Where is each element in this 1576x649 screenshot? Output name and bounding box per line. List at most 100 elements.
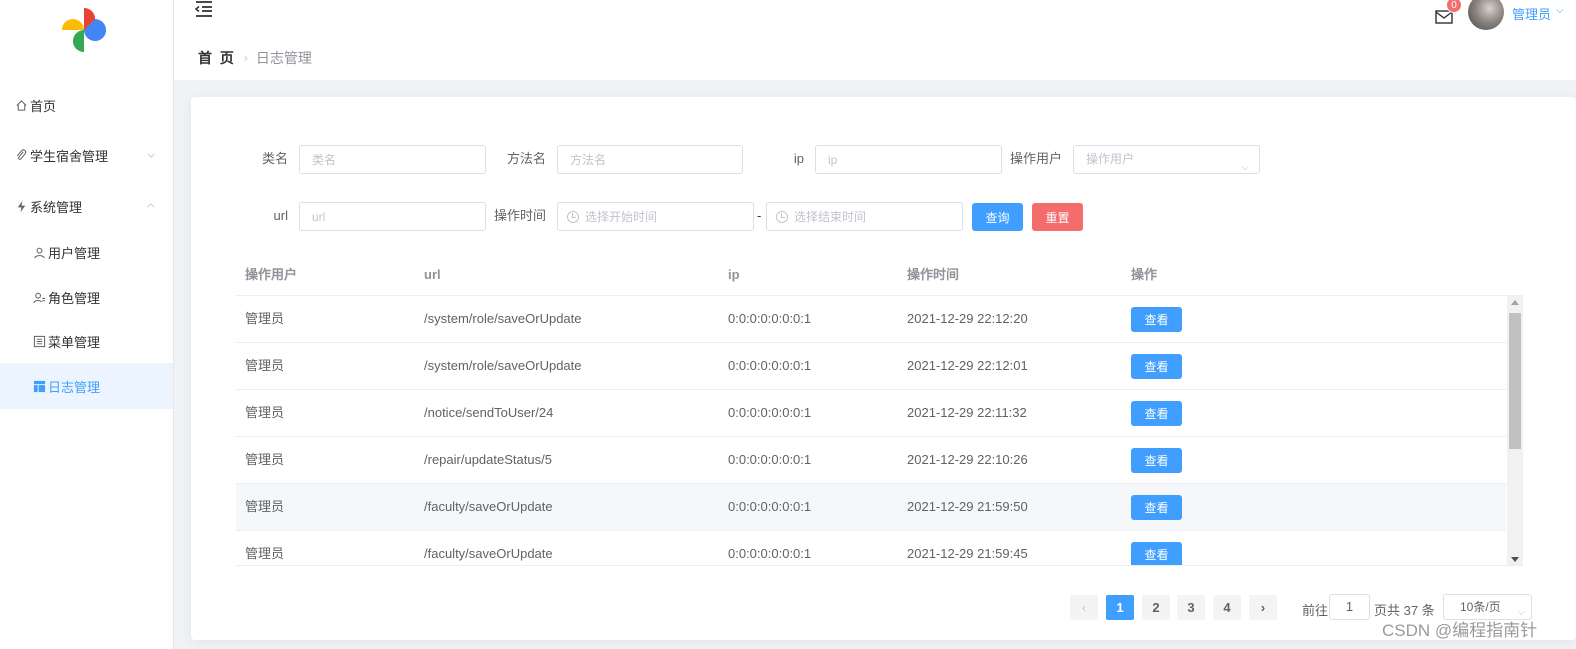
cell-user: 管理员 — [245, 311, 285, 326]
clock-icon — [567, 210, 579, 223]
view-button[interactable]: 查看 — [1131, 307, 1182, 332]
goto-page-input[interactable]: 1 — [1329, 594, 1370, 620]
class-input[interactable] — [299, 145, 486, 174]
url-input[interactable] — [299, 202, 486, 231]
sidebar-item-label: 日志管理 — [48, 379, 101, 395]
cell-user: 管理员 — [245, 405, 285, 420]
url-label: url — [273, 208, 288, 223]
page-button[interactable]: 2 — [1142, 595, 1170, 620]
sidebar: 首页 学生宿舍管理 ⌵ 系统管理 ⌵ 用户管理 角色管理 菜单管理 日志管理 — [0, 0, 174, 649]
user-select[interactable]: 操作用户 ⌵ — [1073, 145, 1260, 174]
clock-icon — [776, 210, 788, 223]
sidebar-item-label: 菜单管理 — [48, 334, 101, 350]
sidebar-item-users[interactable]: 用户管理 — [0, 229, 173, 275]
scroll-thumb[interactable] — [1509, 313, 1521, 449]
goto-label: 前往 — [1302, 603, 1329, 618]
logo — [62, 8, 106, 52]
user-setting-icon — [32, 290, 46, 304]
page-button[interactable]: 1 — [1106, 595, 1134, 620]
user-select-placeholder: 操作用户 — [1086, 152, 1135, 166]
chevron-down-icon[interactable]: ⌵ — [1556, 5, 1564, 16]
page-button[interactable]: 4 — [1213, 595, 1241, 620]
notification-badge: 0 — [1446, 0, 1462, 13]
end-time-picker[interactable]: 选择结束时间 — [766, 202, 963, 231]
cell-ip: 0:0:0:0:0:0:0:1 — [728, 546, 812, 561]
breadcrumb-home[interactable]: 首 页 — [198, 48, 236, 68]
cell-user: 管理员 — [245, 546, 285, 561]
breadcrumb: 首 页 › 日志管理 — [198, 48, 312, 68]
sidebar-item-home[interactable]: 首页 — [0, 82, 173, 128]
table-header: 操作用户 url ip 操作时间 操作 — [236, 256, 1523, 296]
column-header: 操作用户 — [245, 267, 298, 282]
user-label: 操作用户 — [1009, 151, 1062, 166]
table-row: 管理员 /system/role/saveOrUpdate 0:0:0:0:0:… — [236, 343, 1506, 390]
cell-time: 2021-12-29 22:10:26 — [907, 452, 1028, 467]
table-row: 管理员 /notice/sendToUser/24 0:0:0:0:0:0:0:… — [236, 390, 1506, 437]
home-icon — [14, 98, 28, 112]
lightning-icon — [14, 199, 28, 213]
view-button[interactable]: 查看 — [1131, 448, 1182, 473]
sidebar-item-logs[interactable]: 日志管理 — [0, 363, 173, 409]
sidebar-item-label: 首页 — [30, 98, 57, 114]
cell-ip: 0:0:0:0:0:0:0:1 — [728, 405, 812, 420]
table-row: 管理员 /faculty/saveOrUpdate 0:0:0:0:0:0:0:… — [236, 531, 1506, 565]
cell-ip: 0:0:0:0:0:0:0:1 — [728, 311, 812, 326]
ip-input[interactable] — [815, 145, 1002, 174]
reset-button[interactable]: 重置 — [1032, 203, 1083, 231]
sidebar-item-system[interactable]: 系统管理 ⌵ — [0, 183, 173, 229]
view-button[interactable]: 查看 — [1131, 542, 1182, 565]
column-header: 操作时间 — [907, 267, 960, 282]
sidebar-item-dormitory[interactable]: 学生宿舍管理 ⌵ — [0, 132, 173, 178]
watermark: CSDN @编程指南针 — [1382, 621, 1538, 640]
cell-user: 管理员 — [245, 358, 285, 373]
page-size-value: 10条/页 — [1460, 600, 1501, 614]
avatar[interactable] — [1468, 0, 1504, 30]
layout-icon — [32, 379, 46, 393]
method-input[interactable] — [557, 145, 743, 174]
cell-user: 管理员 — [245, 452, 285, 467]
view-button[interactable]: 查看 — [1131, 495, 1182, 520]
user-icon — [32, 245, 46, 259]
sidebar-item-label: 用户管理 — [48, 245, 101, 261]
cell-time: 2021-12-29 22:12:01 — [907, 358, 1028, 373]
table-row: 管理员 /system/role/saveOrUpdate 0:0:0:0:0:… — [236, 296, 1506, 343]
class-label: 类名 — [261, 151, 288, 166]
prev-page-button[interactable]: ‹ — [1070, 595, 1098, 620]
range-separator: - — [757, 208, 762, 223]
username[interactable]: 管理员 — [1512, 4, 1551, 23]
chevron-down-icon: ⌵ — [1241, 162, 1249, 173]
table-scrollbar[interactable] — [1507, 296, 1523, 565]
view-button[interactable]: 查看 — [1131, 401, 1182, 426]
breadcrumb-current: 日志管理 — [255, 50, 312, 66]
table-row: 管理员 /repair/updateStatus/5 0:0:0:0:0:0:0… — [236, 437, 1506, 484]
column-header: url — [424, 267, 441, 282]
page-button[interactable]: 3 — [1177, 595, 1205, 620]
chevron-down-icon: ⌵ — [147, 149, 155, 161]
sidebar-item-label: 学生宿舍管理 — [30, 148, 109, 164]
cell-time: 2021-12-29 21:59:50 — [907, 499, 1028, 514]
chevron-right-icon: › — [243, 51, 248, 65]
menu-collapse-icon[interactable] — [194, 0, 214, 18]
cell-ip: 0:0:0:0:0:0:0:1 — [728, 452, 812, 467]
view-button[interactable]: 查看 — [1131, 354, 1182, 379]
cell-time: 2021-12-29 22:12:20 — [907, 311, 1028, 326]
sidebar-item-roles[interactable]: 角色管理 — [0, 274, 173, 320]
column-header: 操作 — [1131, 267, 1158, 282]
table-row: 管理员 /faculty/saveOrUpdate 0:0:0:0:0:0:0:… — [236, 484, 1506, 531]
start-time-placeholder: 选择开始时间 — [585, 210, 658, 224]
sidebar-item-menus[interactable]: 菜单管理 — [0, 318, 173, 364]
header: 首 页 › 日志管理 0 管理员 ⌵ — [174, 0, 1576, 80]
cell-user: 管理员 — [245, 499, 285, 514]
paperclip-icon — [14, 148, 28, 162]
cell-url: /repair/updateStatus/5 — [424, 452, 552, 467]
sidebar-item-label: 角色管理 — [48, 290, 101, 306]
next-page-button[interactable]: › — [1249, 595, 1277, 620]
scroll-up-icon[interactable] — [1511, 300, 1519, 305]
cell-ip: 0:0:0:0:0:0:0:1 — [728, 358, 812, 373]
search-button[interactable]: 查询 — [972, 203, 1023, 231]
column-header: ip — [728, 267, 740, 282]
scroll-down-icon[interactable] — [1511, 557, 1519, 562]
cell-time: 2021-12-29 21:59:45 — [907, 546, 1028, 561]
list-icon — [32, 334, 46, 348]
start-time-picker[interactable]: 选择开始时间 — [557, 202, 754, 231]
